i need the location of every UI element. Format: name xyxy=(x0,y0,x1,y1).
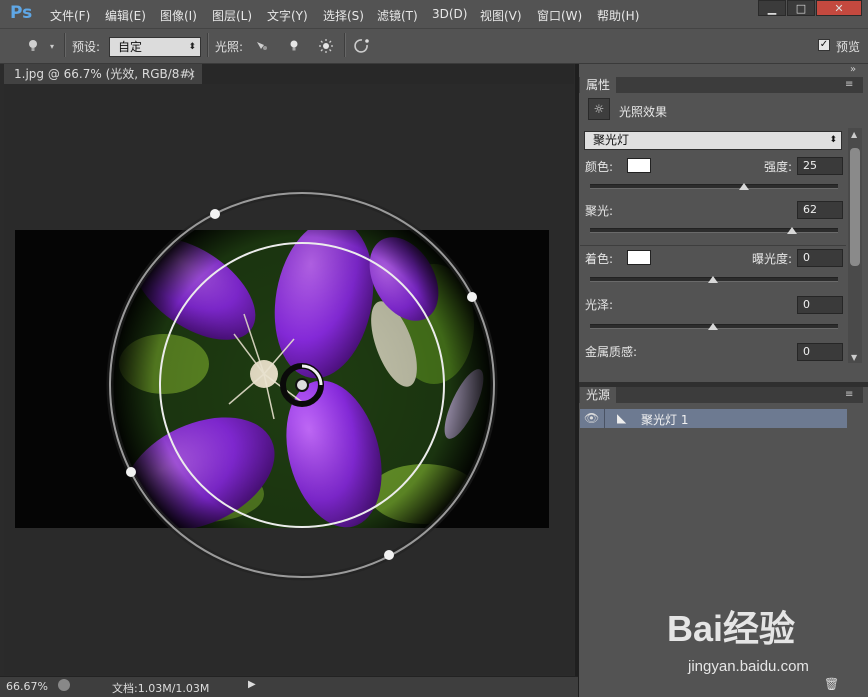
document-tab[interactable]: 1.jpg @ 66.7% (光效, RGB/8#) * × xyxy=(4,64,202,101)
canvas[interactable] xyxy=(4,84,574,675)
preview-label: 预览 xyxy=(836,40,861,54)
preset-label: 预设: xyxy=(72,40,101,54)
intensity-slider[interactable] xyxy=(590,184,838,189)
status-info-icon[interactable] xyxy=(58,679,70,691)
select-arrows-icon: ⬍ xyxy=(829,135,837,145)
intensity-label: 强度: xyxy=(764,160,793,174)
select-arrows-icon: ⬍ xyxy=(188,42,196,52)
gloss-input[interactable]: 0 xyxy=(797,296,843,314)
metallic-label: 金属质感: xyxy=(585,345,638,359)
section-divider xyxy=(580,245,846,246)
separator xyxy=(207,33,209,57)
infinite-light-glyph xyxy=(319,39,333,53)
point-light-icon[interactable] xyxy=(284,36,304,56)
menu-type[interactable]: 文字(Y) xyxy=(267,7,308,24)
visibility-eye-icon[interactable]: 👁 xyxy=(584,409,599,428)
hotspot-label: 聚光: xyxy=(585,204,614,218)
bulb-icon xyxy=(29,40,37,51)
intensity-slider-thumb[interactable] xyxy=(739,183,749,190)
color-label: 颜色: xyxy=(585,160,614,174)
spot-light-glyph xyxy=(257,42,267,50)
spotlight-handle[interactable] xyxy=(384,550,394,560)
menu-filter[interactable]: 滤镜(T) xyxy=(377,7,418,24)
light-center-handle[interactable] xyxy=(295,378,309,392)
scroll-up-icon[interactable]: ▲ xyxy=(851,130,857,139)
spotlight-handle[interactable] xyxy=(467,292,477,302)
delete-light-trash-icon[interactable]: 🗑 xyxy=(824,677,839,691)
zoom-level[interactable]: 66.67% xyxy=(6,680,48,693)
scroll-down-icon[interactable]: ▼ xyxy=(851,353,857,362)
panel-menu-icon[interactable]: ≡ xyxy=(845,389,853,400)
lighting-preview xyxy=(15,189,549,581)
exposure-slider-thumb[interactable] xyxy=(708,276,718,283)
preview-checkbox[interactable]: ✓ xyxy=(818,39,830,51)
exposure-input[interactable]: 0 xyxy=(797,249,843,267)
menu-layer[interactable]: 图层(L) xyxy=(212,7,252,24)
maximize-button[interactable]: □ xyxy=(787,0,815,16)
hotspot-slider[interactable] xyxy=(590,228,838,233)
reset-light-icon[interactable] xyxy=(352,36,372,56)
rotate-glyph xyxy=(354,39,369,53)
panel-menu-icon[interactable]: ≡ xyxy=(845,79,853,90)
lights-tab-strip xyxy=(579,387,863,403)
effect-title: 光照效果 xyxy=(619,105,668,119)
status-bar xyxy=(0,676,578,697)
hotspot-input[interactable]: 62 xyxy=(797,201,843,219)
gloss-label: 光泽: xyxy=(585,298,614,312)
lighting-effects-icon: ☼ xyxy=(588,98,610,120)
intensity-input[interactable]: 25 xyxy=(797,157,843,175)
exposure-label: 曝光度: xyxy=(752,252,793,266)
tab-lights[interactable]: 光源 xyxy=(580,387,617,403)
photoshop-logo: Ps xyxy=(10,3,33,23)
menu-view[interactable]: 视图(V) xyxy=(480,7,522,24)
colorize-swatch[interactable] xyxy=(627,250,651,265)
lighting-tool-icon[interactable] xyxy=(24,36,44,56)
spotlight-handle[interactable] xyxy=(126,467,136,477)
gloss-slider-thumb[interactable] xyxy=(708,323,718,330)
properties-tab-strip xyxy=(579,77,863,93)
tool-preset-dropdown-icon[interactable]: ▾ xyxy=(50,42,54,51)
light-type-value: 聚光灯 xyxy=(593,133,630,147)
preset-value: 自定 xyxy=(118,40,143,54)
menu-help[interactable]: 帮助(H) xyxy=(597,7,639,24)
menu-image[interactable]: 图像(I) xyxy=(160,7,197,24)
separator xyxy=(344,33,346,57)
spot-light-layer-icon: ◣ xyxy=(617,411,627,425)
infinite-light-icon[interactable] xyxy=(316,36,336,56)
light-name[interactable]: 聚光灯 1 xyxy=(641,411,688,428)
status-menu-arrow-icon[interactable]: ▶ xyxy=(248,679,256,690)
preset-select[interactable]: 自定 ⬍ xyxy=(109,37,201,57)
metallic-input[interactable]: 0 xyxy=(797,343,843,361)
menu-window[interactable]: 窗口(W) xyxy=(537,7,582,24)
tab-properties[interactable]: 属性 xyxy=(580,77,617,93)
close-button[interactable]: ✕ xyxy=(816,0,862,16)
baidu-watermark-url: jingyan.baidu.com xyxy=(688,658,809,675)
minimize-button[interactable]: ▁ xyxy=(758,0,786,16)
close-tab-icon[interactable]: × xyxy=(186,64,196,84)
document-size-info: 文档:1.03M/1.03M xyxy=(112,682,210,695)
light-color-swatch[interactable] xyxy=(627,158,651,173)
row-divider xyxy=(604,409,605,428)
collapse-panels-icon[interactable]: » xyxy=(850,64,856,75)
spot-light-icon[interactable] xyxy=(252,36,272,56)
light-type-select[interactable]: 聚光灯 ⬍ xyxy=(584,131,842,150)
spotlight-handle[interactable] xyxy=(210,209,220,219)
colorize-label: 着色: xyxy=(585,252,614,266)
separator xyxy=(64,33,66,57)
baidu-watermark-logo: Bai经验 xyxy=(667,608,796,649)
point-light-glyph xyxy=(290,40,298,51)
menu-select[interactable]: 选择(S) xyxy=(323,7,364,24)
menu-3d[interactable]: 3D(D) xyxy=(432,7,467,21)
lights-label: 光照: xyxy=(215,40,244,54)
hotspot-slider-thumb[interactable] xyxy=(787,227,797,234)
properties-scrollbar-thumb[interactable] xyxy=(850,148,860,266)
menu-file[interactable]: 文件(F) xyxy=(50,7,90,24)
menu-edit[interactable]: 编辑(E) xyxy=(105,7,146,24)
